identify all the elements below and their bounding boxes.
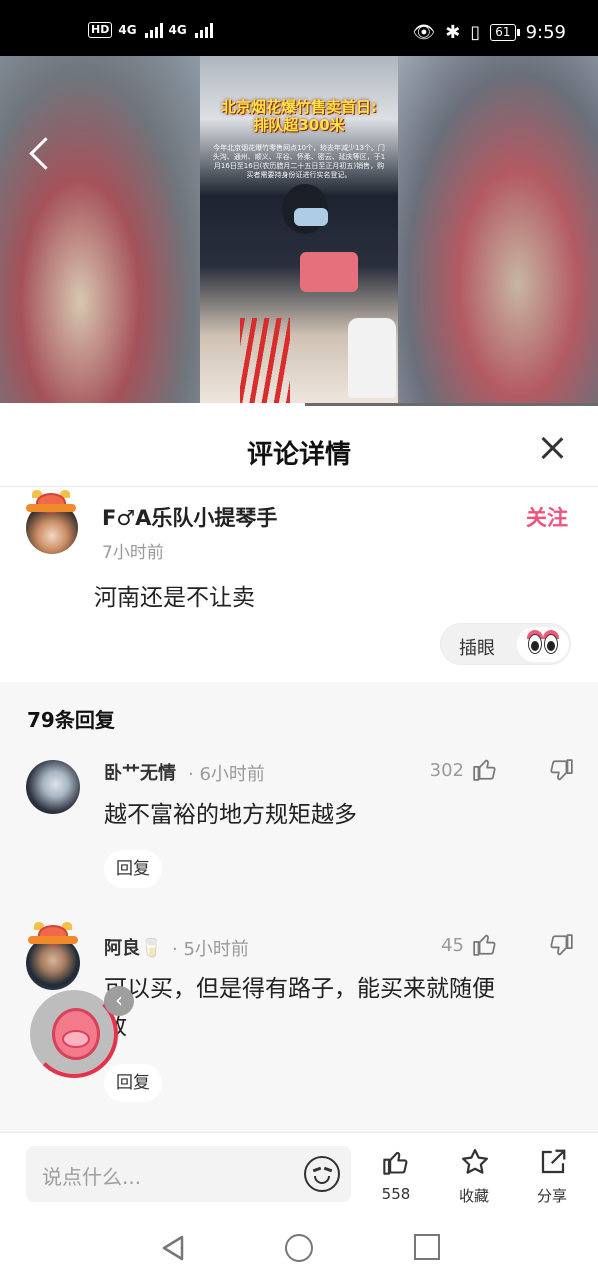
network-type-2: 4G bbox=[168, 23, 187, 37]
star-icon bbox=[462, 1149, 488, 1174]
comment-time: 7小时前 bbox=[102, 543, 164, 563]
eyes-emoji-icon bbox=[517, 627, 569, 662]
like-count: 558 bbox=[381, 1185, 411, 1203]
hd-icon: HD bbox=[88, 22, 113, 38]
nav-recents-icon[interactable] bbox=[414, 1234, 440, 1260]
system-nav-bar bbox=[0, 1212, 598, 1280]
reply-count: 79条回复 bbox=[27, 708, 115, 732]
share-button[interactable]: 分享 bbox=[522, 1145, 582, 1209]
reply-text: 可以买，但是得有路子，能买来就随便 放 bbox=[104, 976, 495, 1040]
video-frame[interactable]: 北京烟花爆竹售卖首日: 排队超300米 今年北京烟花爆竹零售网点10个，较去年减… bbox=[200, 56, 398, 406]
reply-username[interactable]: 卧艹无情 bbox=[104, 759, 176, 785]
close-button[interactable] bbox=[536, 432, 568, 464]
video-person-mask bbox=[294, 208, 328, 226]
favorite-label: 收藏 bbox=[458, 1187, 489, 1205]
signal-icon bbox=[144, 22, 163, 38]
divider bbox=[0, 486, 598, 487]
reaction-chip[interactable]: 插眼 bbox=[440, 623, 571, 665]
thumbs-down-icon[interactable] bbox=[548, 758, 574, 784]
video-bag bbox=[300, 252, 358, 292]
like-button[interactable]: 558 bbox=[366, 1145, 426, 1209]
reply-time: · 6小时前 bbox=[188, 764, 265, 785]
emoji-icon[interactable] bbox=[304, 1156, 340, 1192]
video-blur-left bbox=[0, 56, 200, 406]
ox-hat-decoration bbox=[26, 922, 80, 948]
avatar[interactable] bbox=[26, 760, 80, 814]
share-label: 分享 bbox=[536, 1187, 567, 1205]
video-player[interactable]: 北京烟花爆竹售卖首日: 排队超300米 今年北京烟花爆竹零售网点10个，较去年减… bbox=[0, 56, 598, 406]
follow-button[interactable]: 关注 bbox=[526, 502, 568, 532]
comment-action-bar: 说点什么... 558 收藏 分享 bbox=[0, 1132, 598, 1212]
video-caption-title: 北京烟花爆竹售卖首日: 排队超300米 bbox=[221, 98, 377, 134]
nav-home-icon[interactable] bbox=[285, 1234, 313, 1262]
video-plastic-bag bbox=[348, 318, 396, 398]
thumbs-up-icon[interactable] bbox=[472, 931, 498, 957]
comment-input-placeholder: 说点什么... bbox=[42, 1165, 142, 1189]
battery-icon: 61 bbox=[490, 24, 520, 41]
badge-close-icon[interactable]: ‹ bbox=[104, 986, 134, 1016]
vibrate-icon: ▯ bbox=[470, 22, 481, 43]
thumbs-up-icon bbox=[383, 1151, 408, 1175]
status-bar: HD 4G 4G 👁 ✱ ▯ 61 9:59 bbox=[0, 0, 598, 56]
like-count: 302 bbox=[429, 760, 464, 781]
sheet-title: 评论详情 bbox=[246, 440, 351, 470]
reply-button[interactable]: 回复 bbox=[104, 850, 162, 888]
comment-username[interactable]: F♂A乐队小提琴手 bbox=[102, 502, 277, 532]
reply-text: 越不富裕的地方规矩越多 bbox=[104, 802, 357, 828]
thumbs-down-icon[interactable] bbox=[548, 933, 574, 959]
bluetooth-icon: ✱ bbox=[445, 22, 461, 43]
video-blur-right bbox=[398, 56, 598, 406]
reply-time: · 5小时前 bbox=[172, 939, 249, 960]
floating-reward-badge[interactable]: ‹ bbox=[30, 986, 134, 1078]
signal-icon-2 bbox=[194, 22, 213, 38]
ox-hat-decoration bbox=[24, 490, 78, 516]
video-caption-subtitle: 今年北京烟花爆竹零售网点10个，较去年减少13个。门头沟、通州、顺义、平谷、怀柔… bbox=[212, 144, 386, 179]
back-button[interactable] bbox=[26, 134, 56, 174]
comment-input[interactable]: 说点什么... bbox=[26, 1146, 351, 1202]
thumbs-up-icon[interactable] bbox=[472, 756, 498, 782]
clock: 9:59 bbox=[525, 22, 566, 43]
favorite-button[interactable]: 收藏 bbox=[444, 1145, 504, 1209]
comment-text: 河南还是不让卖 bbox=[94, 585, 255, 611]
video-fireworks bbox=[240, 318, 290, 406]
eye-comfort-icon: 👁 bbox=[412, 22, 436, 43]
network-type-1: 4G bbox=[118, 23, 137, 37]
like-count: 45 bbox=[441, 935, 464, 956]
reaction-label: 插眼 bbox=[459, 638, 495, 659]
share-icon bbox=[541, 1149, 566, 1174]
pig-snout bbox=[62, 1030, 90, 1048]
reply-username[interactable]: 阿良🥛 bbox=[104, 934, 162, 960]
nav-back-icon[interactable] bbox=[160, 1234, 186, 1262]
